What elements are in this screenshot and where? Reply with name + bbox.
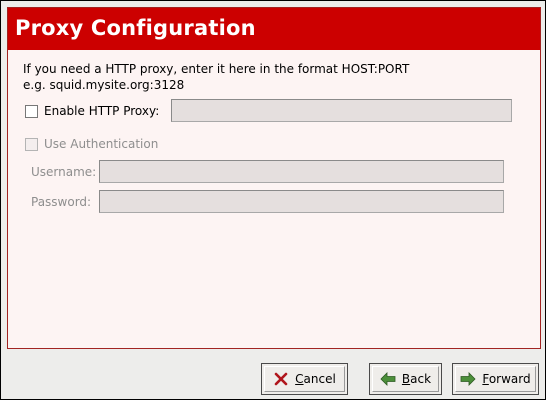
arrow-right-icon [460, 372, 476, 386]
example-text: e.g. squid.mysite.org:3128 [23, 78, 185, 92]
cancel-label: Cancel [295, 372, 336, 386]
x-mark-icon [274, 372, 288, 386]
back-label-rest: ack [410, 372, 432, 386]
page-title: Proxy Configuration [15, 16, 256, 40]
forward-button-face[interactable]: Forward [455, 366, 536, 392]
use-authentication-label: Use Authentication [44, 137, 159, 151]
forward-button[interactable]: Forward [452, 363, 539, 395]
enable-proxy-label: Enable HTTP Proxy: [44, 104, 160, 118]
checkbox-box[interactable] [25, 104, 38, 118]
checkbox-box[interactable] [25, 137, 38, 151]
back-mnemonic: B [401, 372, 411, 386]
username-field[interactable] [99, 160, 504, 183]
back-button-face[interactable]: Back [372, 366, 439, 392]
instructions-text: If you need a HTTP proxy, enter it here … [23, 62, 410, 76]
cancel-button-face[interactable]: Cancel [264, 366, 345, 392]
password-label: Password: [31, 195, 92, 209]
proxy-config-window: Proxy Configuration If you need a HTTP p… [0, 0, 546, 400]
enable-proxy-checkbox[interactable]: Enable HTTP Proxy: [25, 102, 159, 120]
password-field[interactable] [99, 190, 504, 213]
header-band: Proxy Configuration [8, 8, 540, 50]
cancel-label-rest: ancel [303, 372, 336, 386]
username-label: Username: [31, 165, 97, 179]
proxy-host-field[interactable] [171, 99, 512, 122]
arrow-left-icon [380, 372, 396, 386]
forward-label: Forward [482, 372, 530, 386]
use-authentication-checkbox[interactable]: Use Authentication [25, 135, 158, 153]
back-button[interactable]: Back [369, 363, 442, 395]
back-label: Back [402, 372, 431, 386]
forward-label-rest: orward [488, 372, 531, 386]
cancel-button[interactable]: Cancel [261, 363, 348, 395]
cancel-mnemonic: C [295, 372, 304, 386]
